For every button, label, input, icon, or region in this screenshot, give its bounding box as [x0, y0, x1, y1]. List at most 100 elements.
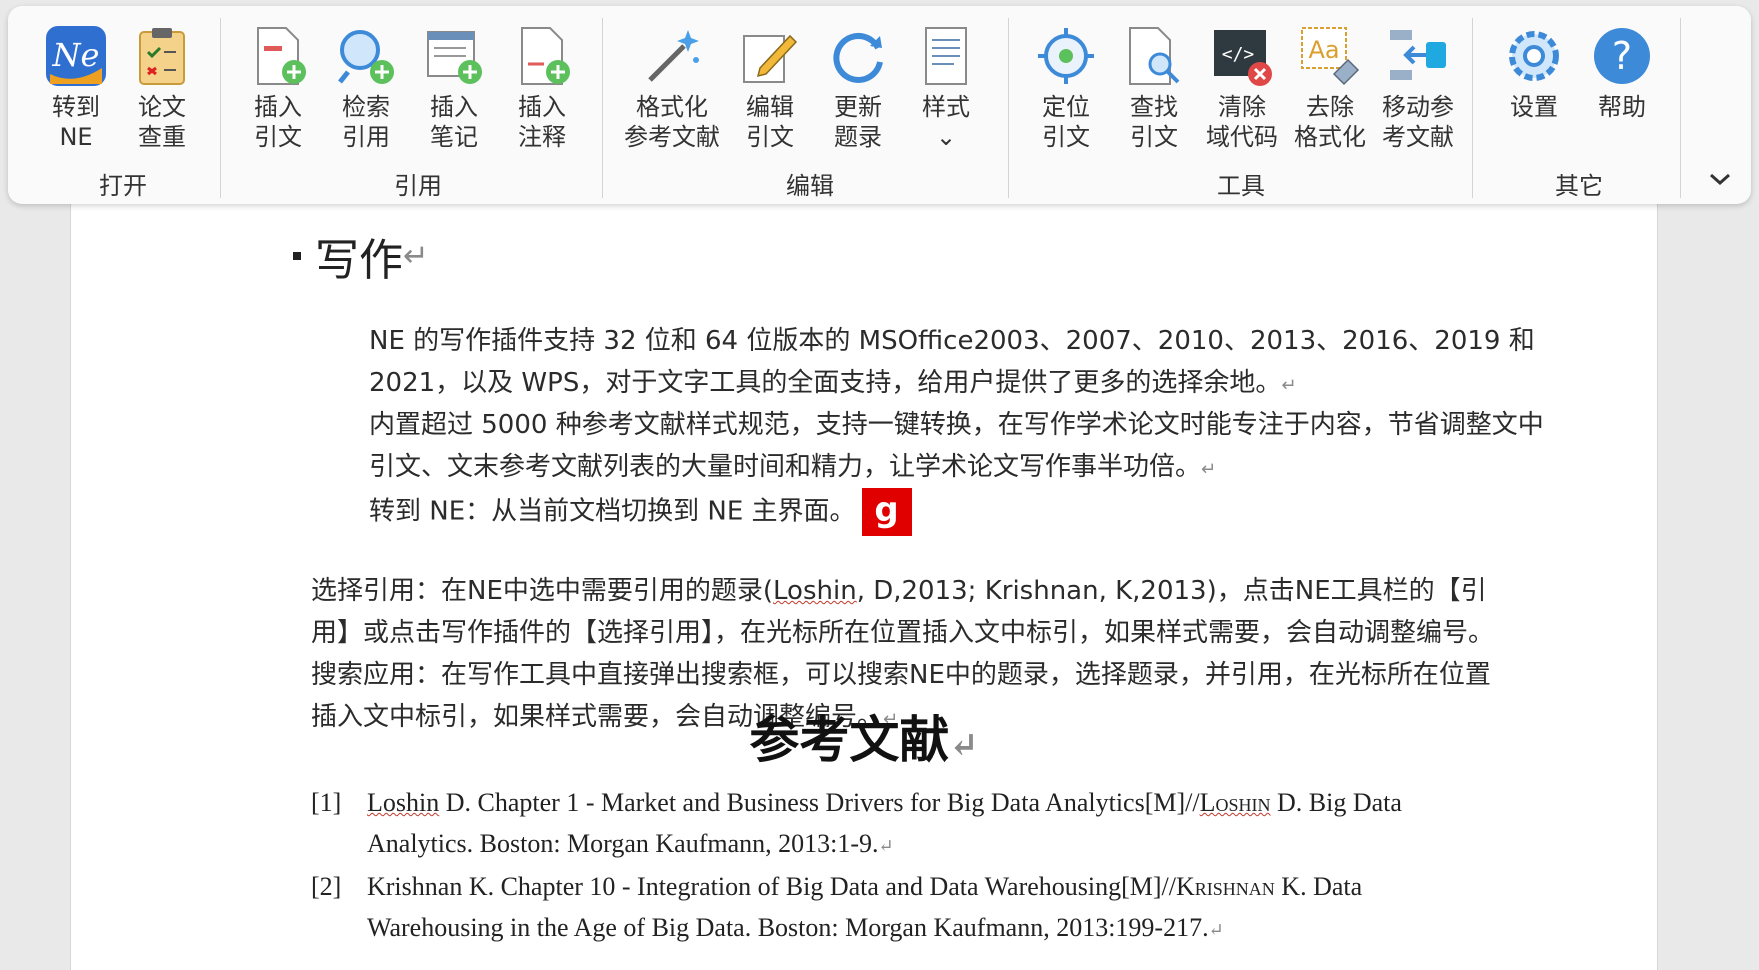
- references-title-text: 参考文献: [749, 710, 950, 769]
- reference-item[interactable]: [1] Loshin D. Chapter 1 - Market and Bus…: [311, 782, 1501, 867]
- goto-ne-label: 转到 NE: [52, 93, 100, 151]
- plagiarism-label: 论文 查重: [138, 93, 186, 151]
- insert-citation-button[interactable]: 插入 引文: [238, 16, 318, 156]
- refresh-icon: [833, 32, 883, 83]
- heading-bullet: [293, 252, 301, 260]
- paragraph-mark: ↵: [403, 238, 429, 274]
- reference-author-smallcaps: Krishnan: [1176, 872, 1275, 901]
- edit-citation-label: 编辑 引文: [746, 93, 794, 151]
- references-title[interactable]: 参考文献↵: [71, 700, 1657, 772]
- paragraph-1[interactable]: NE 的写作插件支持 32 位和 64 位版本的 MSOffice2003、20…: [311, 320, 1559, 407]
- paragraph-mark: ↵: [949, 725, 979, 766]
- magic-wand-icon: [648, 30, 699, 82]
- spellcheck-word[interactable]: Loshin: [1200, 788, 1271, 817]
- paragraph-mark: ↵: [878, 836, 894, 856]
- paragraph-2-text: 内置超过 5000 种参考文献样式规范，支持一键转换，在写作学术论文时能专注于内…: [369, 410, 1544, 482]
- group-label-tools: 工具: [1217, 172, 1265, 200]
- cursor-marker: g: [861, 488, 912, 536]
- goto-ne-button[interactable]: Ne 转到 NE: [36, 16, 116, 156]
- style-label: 样式 ⌄: [922, 93, 970, 151]
- locate-citation-label: 定位 引文: [1042, 93, 1090, 151]
- plagiarism-check-button[interactable]: 论文 查重: [122, 16, 202, 156]
- group-divider: [1008, 18, 1009, 198]
- style-document-icon: [925, 27, 967, 85]
- remove-formatting-button[interactable]: Aa 去除 格式化: [1290, 16, 1370, 156]
- search-citation-label: 检索 引用: [342, 93, 390, 151]
- group-divider: [602, 18, 603, 198]
- locate-citation-button[interactable]: 定位 引文: [1026, 16, 1106, 156]
- svg-text:Aa: Aa: [1308, 36, 1339, 64]
- paragraph-2[interactable]: 内置超过 5000 种参考文献样式规范，支持一键转换，在写作学术论文时能专注于内…: [311, 404, 1559, 491]
- insert-note-label: 插入 笔记: [430, 93, 478, 151]
- search-add-icon: [338, 30, 394, 84]
- clear-field-codes-label: 清除 域代码: [1206, 93, 1278, 151]
- insert-citation-label: 插入 引文: [254, 93, 302, 151]
- edit-citation-button[interactable]: 编辑 引文: [730, 16, 810, 156]
- format-references-button[interactable]: 格式化 参考文献: [620, 16, 724, 156]
- document-page[interactable]: 写作 ↵ NE 的写作插件支持 32 位和 64 位版本的 MSOffice200…: [70, 170, 1658, 970]
- heading-text: 写作: [315, 235, 403, 286]
- heading-writing[interactable]: 写作 ↵: [293, 224, 429, 288]
- spellcheck-word[interactable]: Loshin: [773, 576, 857, 606]
- reference-text-part: Krishnan K. Chapter 10 - Integration of …: [367, 872, 1176, 901]
- find-document-icon: [1129, 27, 1180, 85]
- target-icon: [1038, 28, 1094, 84]
- reference-number: [2]: [311, 872, 342, 901]
- spellcheck-word[interactable]: Loshin: [367, 788, 439, 817]
- update-list-label: 更新 题录: [834, 93, 882, 151]
- svg-text:Ne: Ne: [52, 36, 100, 74]
- paragraph-1-text: NE 的写作插件支持 32 位和 64 位版本的 MSOffice2003、20…: [369, 326, 1535, 398]
- paragraph-mark: ↵: [1201, 459, 1217, 480]
- remove-formatting-label: 去除 格式化: [1294, 93, 1366, 151]
- help-icon: ?: [1594, 28, 1650, 84]
- code-clear-icon: </>: [1214, 30, 1272, 86]
- group-label-open: 打开: [99, 172, 147, 200]
- insert-note-button[interactable]: 插入 笔记: [414, 16, 494, 156]
- style-dropdown-button[interactable]: 样式 ⌄: [906, 16, 986, 156]
- paragraph-4-text: 选择引用：在NE中选中需要引用的题录(: [311, 576, 774, 606]
- group-divider: [1680, 18, 1681, 198]
- format-references-label: 格式化 参考文献: [624, 93, 720, 151]
- insert-annotation-button[interactable]: 插入 注释: [502, 16, 582, 156]
- document-add-icon: [257, 27, 306, 85]
- annotation-add-icon: [521, 27, 570, 85]
- move-references-label: 移动参 考文献: [1382, 93, 1454, 151]
- reference-text: Krishnan K. Chapter 10 - Integration of …: [367, 866, 1501, 951]
- help-label: 帮助: [1598, 93, 1646, 121]
- eraser-format-icon: Aa: [1301, 27, 1360, 86]
- settings-label: 设置: [1510, 93, 1558, 121]
- reference-text-part: D. Chapter 1 - Market and Business Drive…: [439, 788, 1200, 817]
- group-label-edit: 编辑: [786, 172, 834, 200]
- move-arrow-icon: [1390, 30, 1446, 80]
- svg-text:?: ?: [1612, 34, 1632, 78]
- paragraph-3-text: 转到 NE：从当前文档切换到 NE 主界面。: [369, 496, 856, 527]
- paragraph-3[interactable]: 转到 NE：从当前文档切换到 NE 主界面。 g: [311, 488, 1559, 536]
- find-citation-button[interactable]: 查找 引文: [1114, 16, 1194, 156]
- reference-item[interactable]: [2] Krishnan K. Chapter 10 - Integration…: [311, 866, 1501, 951]
- move-references-button[interactable]: 移动参 考文献: [1378, 16, 1458, 156]
- chevron-down-icon: [1710, 173, 1730, 186]
- help-button[interactable]: ? 帮助: [1582, 16, 1662, 156]
- note-add-icon: [427, 31, 482, 84]
- collapse-ribbon-button[interactable]: [1707, 166, 1733, 196]
- group-label-other: 其它: [1555, 172, 1603, 200]
- search-citation-button[interactable]: 检索 引用: [326, 16, 406, 156]
- reference-number: [1]: [311, 788, 342, 817]
- settings-button[interactable]: 设置: [1494, 16, 1574, 156]
- clipboard-check-icon: [139, 28, 185, 85]
- insert-annotation-label: 插入 注释: [518, 93, 566, 151]
- paragraph-mark: ↵: [1208, 920, 1224, 940]
- paragraph-mark: ↵: [1281, 375, 1297, 396]
- group-divider: [220, 18, 221, 198]
- find-citation-label: 查找 引文: [1130, 93, 1178, 151]
- gear-icon: [1509, 31, 1559, 81]
- group-divider: [1472, 18, 1473, 198]
- ribbon-toolbar: Ne 转到 NE 论文 查重 打开 插入 引文 检索 引用 插入 笔记 插入 注…: [8, 6, 1751, 204]
- svg-text:</>: </>: [1222, 44, 1255, 65]
- reference-text: Loshin D. Chapter 1 - Market and Busines…: [367, 782, 1501, 867]
- update-list-button[interactable]: 更新 题录: [818, 16, 898, 156]
- ne-logo-icon: Ne: [46, 26, 106, 86]
- group-label-cite: 引用: [394, 172, 442, 200]
- pencil-edit-icon: [743, 34, 798, 83]
- clear-field-codes-button[interactable]: </> 清除 域代码: [1202, 16, 1282, 156]
